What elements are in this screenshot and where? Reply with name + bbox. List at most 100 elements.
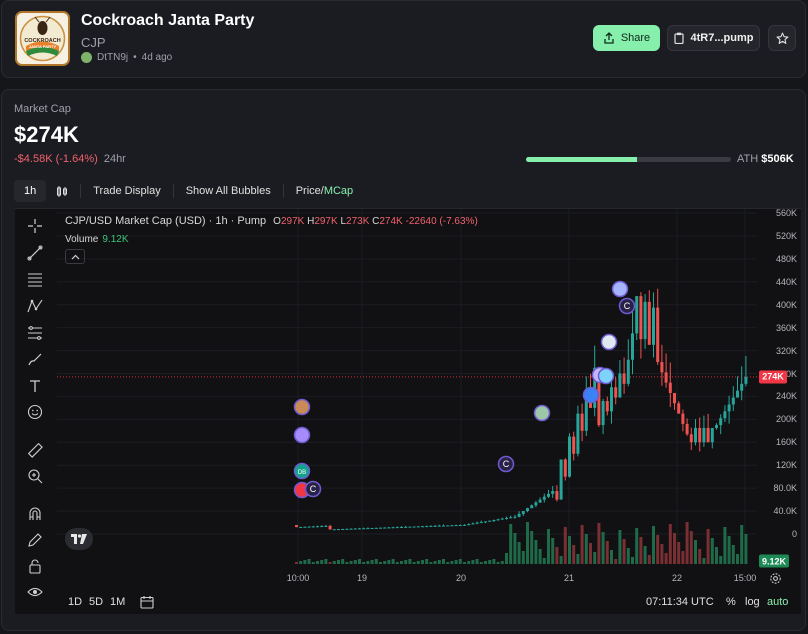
candle-type-button[interactable]: [46, 180, 78, 202]
tradingview-logo[interactable]: [65, 528, 93, 550]
creator-avatar[interactable]: [81, 52, 92, 63]
volume-bar: [614, 559, 618, 564]
volume-bar: [605, 541, 609, 564]
time-readout: 07:11:34 UTC: [646, 596, 714, 608]
candle-body: [610, 387, 613, 412]
trade-bubble: [597, 367, 615, 385]
time-axis[interactable]: 10:00 19 20 21 22 15:00: [57, 571, 757, 587]
candle-body: [723, 411, 727, 419]
candle-body: [635, 296, 639, 334]
price-axis[interactable]: 560K520K480K440K400K360K320K280K240K200K…: [757, 208, 801, 571]
emoji-icon[interactable]: [26, 403, 44, 421]
chart-area[interactable]: DB C C C CJP/USD Market Cap (USD) · 1h · Pu…: [15, 208, 801, 614]
token-age: 4d ago: [141, 52, 173, 63]
volume-value: 9.12K: [102, 234, 129, 245]
volume-bar: [370, 560, 374, 564]
candle-body: [437, 525, 441, 527]
clipboard-icon: [673, 32, 684, 44]
volume-bar: [668, 524, 672, 564]
trade-display-button[interactable]: Trade Display: [83, 180, 170, 202]
y-tick-label: 160K: [775, 437, 797, 448]
interval-button[interactable]: 1h: [14, 180, 47, 202]
ohlc-key: O: [273, 216, 281, 227]
range-5d[interactable]: 5D: [89, 596, 103, 608]
volume-bar: [647, 555, 651, 564]
volume-bar: [521, 551, 525, 564]
y-tick-label: 360K: [775, 322, 797, 333]
volume-bar: [484, 561, 487, 564]
volume-bar: [538, 549, 542, 564]
creator-address[interactable]: DtTN9j: [97, 52, 128, 63]
trade-bubble-label: C: [310, 484, 317, 494]
range-1m[interactable]: 1M: [110, 596, 125, 608]
volume-bar: [631, 557, 634, 564]
chart-footer: 1D 5D 1M 07:11:34 UTC % log auto: [15, 590, 801, 614]
volume-bar: [358, 559, 361, 564]
candle-body: [618, 373, 622, 398]
zoom-in-icon[interactable]: [26, 467, 44, 485]
candle-body: [656, 307, 660, 363]
volume-bar: [307, 559, 311, 564]
brush-icon[interactable]: [26, 350, 44, 368]
candle-body: [475, 522, 479, 524]
creator-row: DtTN9j • 4d ago: [81, 52, 172, 63]
candle-body: [328, 525, 332, 530]
candle-body: [400, 526, 403, 528]
candle-body: [408, 526, 412, 528]
ath-label: ATH: [737, 153, 759, 165]
drawing-toolbar: [15, 209, 57, 615]
percent-toggle[interactable]: %: [726, 596, 736, 608]
candle-body: [307, 526, 311, 528]
price-mcap-toggle[interactable]: Price/MCap: [286, 180, 363, 202]
candle-body: [555, 491, 559, 500]
candle-body: [299, 526, 303, 528]
y-tick-label: 400K: [775, 299, 797, 310]
crosshair-icon[interactable]: [26, 217, 44, 235]
ohlc-value: 297K: [314, 216, 338, 227]
volume-bar: [710, 538, 714, 564]
volume-bar: [601, 532, 605, 564]
candle-body: [425, 526, 429, 528]
horizontal-lines-icon[interactable]: [26, 270, 44, 288]
volume-bar: [442, 559, 445, 564]
calendar-icon[interactable]: [140, 595, 154, 609]
ruler-icon[interactable]: [26, 441, 44, 459]
candle-body: [316, 526, 319, 528]
volume-bar: [345, 562, 349, 564]
pencil-lock-icon[interactable]: [26, 531, 44, 549]
magnet-icon[interactable]: [26, 505, 44, 523]
favorite-button[interactable]: [768, 25, 796, 51]
toolbar-divider: [80, 184, 82, 198]
lock-icon[interactable]: [26, 557, 44, 575]
share-button[interactable]: Share: [593, 25, 660, 51]
token-ticker: CJP: [81, 35, 106, 50]
volume-bar: [295, 562, 298, 564]
volume-bar: [362, 562, 366, 564]
volume-bar: [593, 552, 597, 564]
pattern-icon[interactable]: [26, 297, 44, 315]
auto-toggle[interactable]: auto: [767, 596, 788, 608]
candle-body: [727, 404, 731, 412]
show-bubbles-button[interactable]: Show All Bubbles: [176, 180, 281, 202]
volume-bar: [463, 562, 466, 564]
volume-bar: [597, 523, 601, 564]
volume-bar: [656, 535, 660, 564]
text-icon[interactable]: [26, 377, 44, 395]
volume-bar: [383, 561, 387, 564]
ohlc-key: L: [337, 216, 347, 227]
volume-bar: [589, 543, 592, 564]
volume-bar: [736, 554, 739, 564]
copy-contract-button[interactable]: 4tR7...pump: [667, 25, 760, 51]
trend-line-icon[interactable]: [26, 244, 44, 262]
collapse-legend-button[interactable]: [65, 249, 85, 264]
candle-body: [391, 527, 395, 529]
candle-body: [622, 373, 626, 384]
range-1d[interactable]: 1D: [68, 596, 82, 608]
fib-retracement-icon[interactable]: [26, 324, 44, 342]
candle-body: [416, 526, 420, 528]
settings-icon[interactable]: [769, 572, 782, 585]
candlestick-plot[interactable]: DB C C C: [57, 209, 757, 571]
bullet: •: [133, 52, 137, 63]
log-toggle[interactable]: log: [745, 596, 760, 608]
candle-body: [387, 527, 391, 529]
